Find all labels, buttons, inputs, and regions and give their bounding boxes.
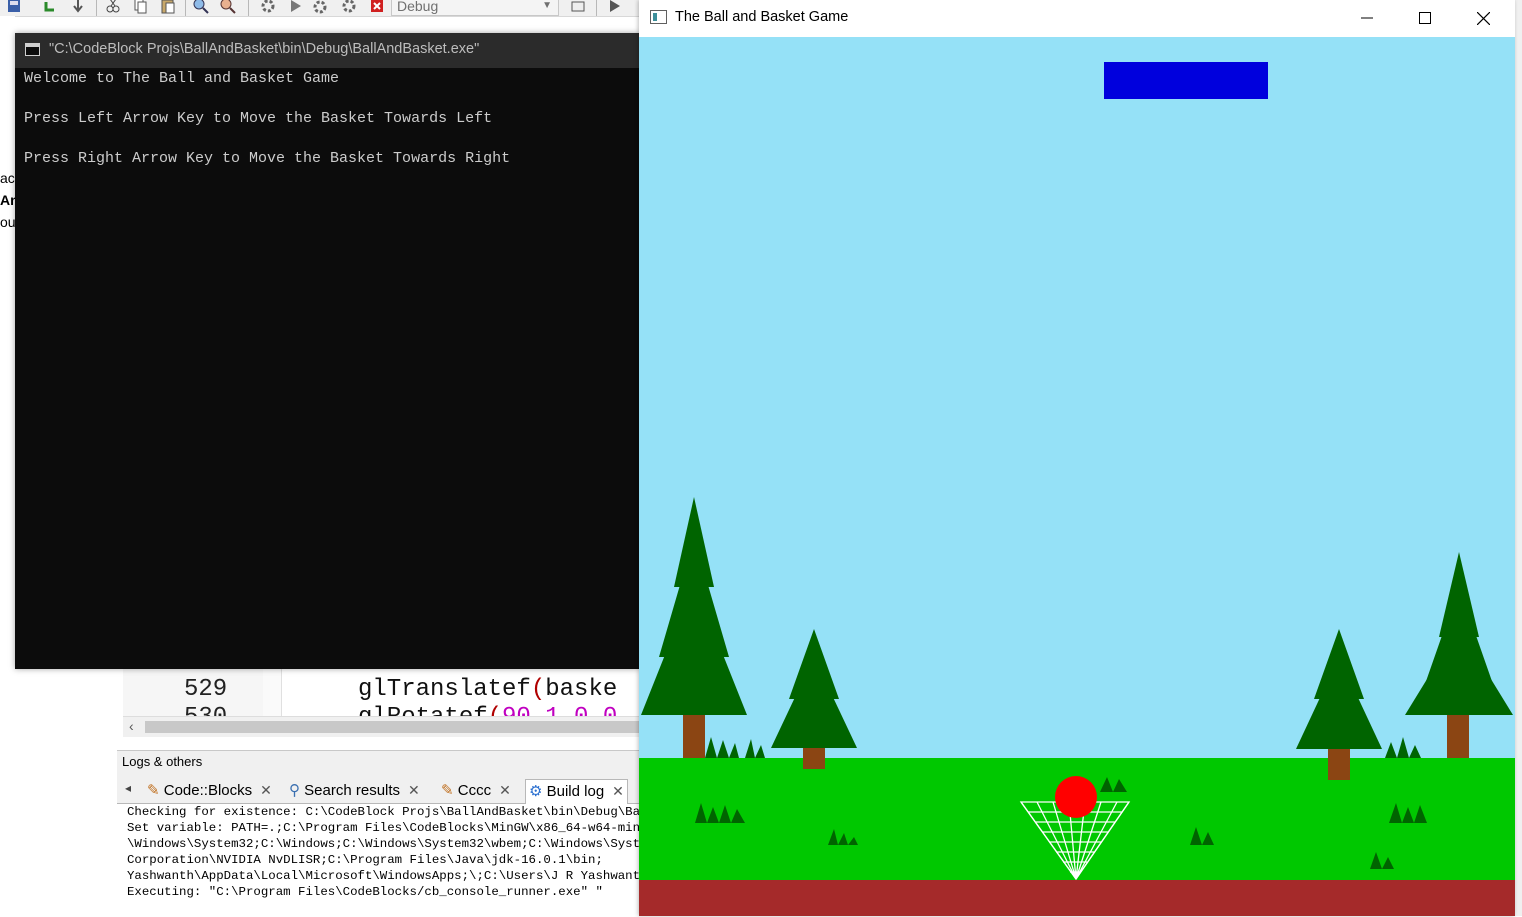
ide-right-edge: [1515, 0, 1522, 916]
undo-icon[interactable]: [42, 0, 58, 14]
console-app-icon: [25, 43, 40, 56]
toolbar-separator: [96, 0, 97, 16]
game-window-title: The Ball and Basket Game: [675, 9, 849, 25]
close-icon[interactable]: ✕: [408, 782, 420, 798]
logs-tab-strip: ◂ ✎ Code::Blocks ✕ ⚲ Search results ✕ ✎ Cc…: [117, 777, 640, 804]
management-panel-text: ace: [0, 170, 15, 186]
code-token: 90,1,0,0: [502, 704, 617, 716]
tab-search-results[interactable]: ⚲ Search results ✕: [289, 779, 420, 803]
maximize-button[interactable]: [1396, 0, 1454, 36]
code-token: (: [530, 676, 546, 703]
scroll-left-icon[interactable]: ‹: [129, 718, 134, 734]
tab-label: Cccc: [457, 782, 492, 799]
cut-icon[interactable]: [105, 0, 121, 14]
code-token: glRotatef: [358, 704, 488, 716]
game-window[interactable]: The Ball and Basket Game: [639, 0, 1515, 916]
minimize-button[interactable]: [1338, 0, 1396, 36]
build-run-icon[interactable]: [313, 0, 329, 14]
abort-icon[interactable]: [369, 0, 385, 14]
replace-icon[interactable]: [220, 0, 236, 14]
logs-panel-title: Logs & others: [122, 754, 203, 769]
gear-icon: ⚙: [529, 783, 543, 800]
management-panel-text: ou: [0, 214, 15, 230]
save-all-icon[interactable]: [6, 0, 22, 14]
log-line: Executing: "C:\Program Files\CodeBlocks/…: [127, 885, 603, 899]
code-line-clip: 530 glRotatef(90,1,0,0: [123, 704, 640, 716]
log-line: Corporation\NVIDIA NvDLISR;C:\Program Fi…: [127, 853, 603, 867]
toolbar-separator: [185, 0, 186, 16]
search-icon: ⚲: [289, 782, 300, 799]
show-select-target-icon[interactable]: [570, 0, 586, 14]
code-line[interactable]: glTranslatef(baske: [358, 676, 617, 703]
falling-block: [1104, 62, 1268, 99]
find-icon[interactable]: [193, 0, 209, 14]
log-line: Yashwanth\AppData\Local\Microsoft\Window…: [127, 869, 640, 883]
soil-strip: [639, 880, 1515, 916]
ide-management-panel: ace An ou: [0, 16, 15, 916]
management-panel-text: An: [0, 192, 15, 208]
close-button[interactable]: [1454, 0, 1512, 36]
game-app-icon: [650, 10, 667, 24]
game-canvas[interactable]: [639, 37, 1515, 916]
log-line: \Windows\System32;C:\Windows;C:\Windows\…: [127, 837, 640, 851]
tab-cccc[interactable]: ✎ Cccc ✕: [441, 779, 511, 803]
tab-label: Build log: [546, 783, 605, 800]
minimize-icon: [1361, 17, 1373, 19]
tab-build-log[interactable]: ⚙ Build log ✕: [525, 779, 628, 804]
editor-horizontal-scrollbar[interactable]: ‹: [123, 716, 645, 737]
toolbar-separator: [596, 0, 597, 16]
build-log-output[interactable]: Checking for existence: C:\CodeBlock Pro…: [117, 804, 640, 917]
tab-label: Code::Blocks: [163, 782, 253, 799]
console-line: Press Right Arrow Key to Move the Basket…: [24, 150, 511, 167]
code-token: glTranslatef: [358, 676, 531, 703]
console-window-title: "C:\CodeBlock Projs\BallAndBasket\bin\De…: [49, 41, 480, 57]
maximize-icon: [1419, 12, 1431, 24]
build-target-select[interactable]: Debug ▼: [391, 0, 559, 16]
paste-icon[interactable]: [160, 0, 176, 14]
rebuild-icon[interactable]: [341, 0, 357, 14]
game-titlebar[interactable]: The Ball and Basket Game: [639, 0, 1515, 37]
edit-icon: ✎: [147, 782, 160, 799]
debug-run-icon[interactable]: [606, 0, 622, 14]
code-line[interactable]: glRotatef(90,1,0,0: [358, 704, 617, 716]
close-icon[interactable]: ✕: [612, 783, 624, 799]
console-line: Press Left Arrow Key to Move the Basket …: [24, 110, 493, 127]
ball: [1055, 776, 1097, 818]
close-icon[interactable]: ✕: [260, 782, 272, 798]
log-line: Checking for existence: C:\CodeBlock Pro…: [127, 805, 640, 819]
console-window[interactable]: "C:\CodeBlock Projs\BallAndBasket\bin\De…: [15, 33, 640, 669]
close-icon: [1476, 11, 1490, 25]
tab-code-blocks[interactable]: ✎ Code::Blocks ✕: [147, 779, 272, 803]
edit-icon: ✎: [441, 782, 454, 799]
console-line: Welcome to The Ball and Basket Game: [24, 70, 340, 87]
build-gear-icon[interactable]: [260, 0, 276, 14]
close-icon[interactable]: ✕: [499, 782, 511, 798]
copy-icon[interactable]: [132, 0, 148, 14]
console-output: Welcome to The Ball and Basket Game Pres…: [24, 69, 510, 169]
tab-label: Search results: [304, 782, 401, 799]
logs-panel: Logs & others ◂ ✎ Code::Blocks ✕ ⚲ Search…: [117, 750, 640, 917]
chevron-down-icon: ▼: [542, 0, 552, 11]
log-line: Set variable: PATH=.;C:\Program Files\Co…: [127, 821, 640, 835]
build-target-value: Debug: [397, 0, 439, 14]
code-token: baske: [545, 676, 618, 703]
line-number: 530: [184, 704, 227, 716]
code-token: (: [488, 704, 502, 716]
line-number: 529: [184, 676, 228, 703]
toolbar-separator: [248, 0, 249, 16]
tab-scroll-left-icon[interactable]: ◂: [125, 781, 131, 795]
redo-icon[interactable]: [70, 0, 86, 14]
run-icon[interactable]: [287, 0, 303, 14]
ide-toolbar: Debug ▼: [0, 0, 640, 17]
console-titlebar[interactable]: "C:\CodeBlock Projs\BallAndBasket\bin\De…: [15, 33, 640, 68]
scrollbar-thumb[interactable]: [145, 721, 645, 733]
